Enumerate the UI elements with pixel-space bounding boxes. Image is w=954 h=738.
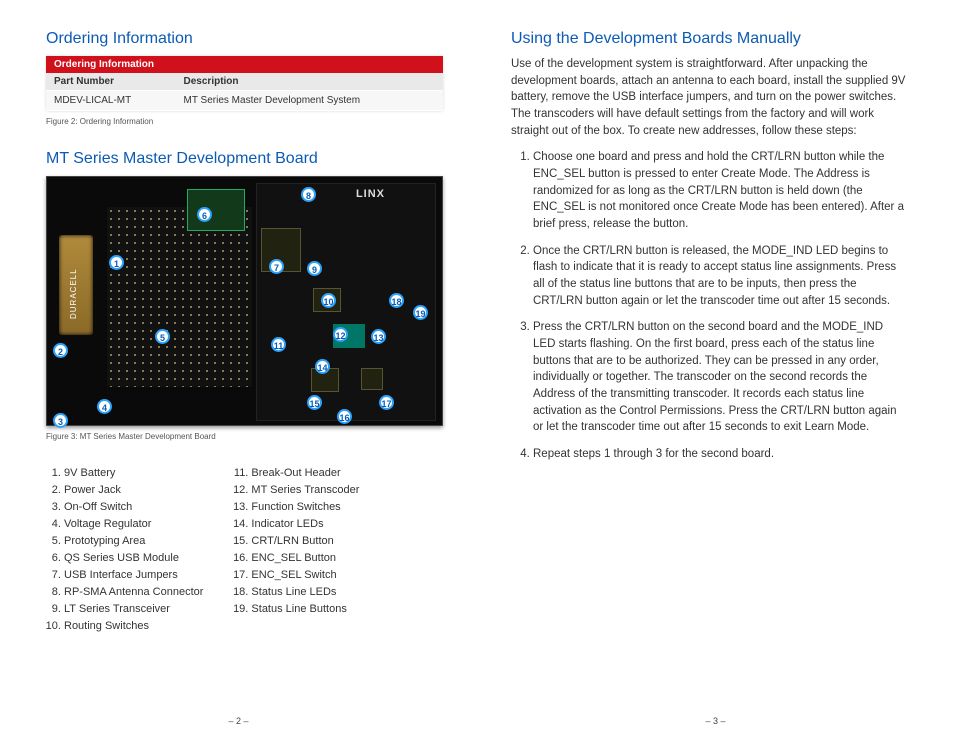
figure2-caption: Figure 2: Ordering Information (46, 117, 443, 126)
col-partnumber: Part Number (46, 73, 176, 91)
callout-2: 2 (53, 343, 68, 358)
legend-item: USB Interface Jumpers (64, 567, 203, 584)
col-description: Description (176, 73, 443, 91)
legend-item: On-Off Switch (64, 499, 203, 516)
heading-ordering: Ordering Information (46, 30, 443, 48)
legend-item: Prototyping Area (64, 533, 203, 550)
callout-10: 10 (321, 293, 336, 308)
legend-item: Break-Out Header (251, 465, 359, 482)
legend-item: LT Series Transceiver (64, 601, 203, 618)
cell-part: MDEV-LICAL-MT (46, 91, 176, 111)
callout-12: 12 (333, 327, 348, 342)
steps-list: Choose one board and press and hold the … (511, 149, 908, 462)
step-item: Choose one board and press and hold the … (533, 149, 908, 232)
callout-8: 8 (301, 187, 316, 202)
legend-item: Voltage Regulator (64, 516, 203, 533)
callout-11: 11 (271, 337, 286, 352)
callout-13: 13 (371, 329, 386, 344)
heading-board: MT Series Master Development Board (46, 150, 443, 168)
legend: 9V BatteryPower JackOn-Off SwitchVoltage… (46, 465, 443, 635)
callout-7: 7 (269, 259, 284, 274)
board-photo: 12345678910111213141516171819 (46, 176, 443, 426)
cell-desc: MT Series Master Development System (176, 91, 443, 111)
battery-graphic (59, 235, 93, 335)
callout-4: 4 (97, 399, 112, 414)
page-left: Ordering Information Ordering Informatio… (0, 0, 477, 738)
legend-item: ENC_SEL Button (251, 550, 359, 567)
table-title: Ordering Information (46, 56, 443, 73)
callout-16: 16 (337, 409, 352, 424)
callout-18: 18 (389, 293, 404, 308)
legend-item: ENC_SEL Switch (251, 567, 359, 584)
callout-15: 15 (307, 395, 322, 410)
usb-module-graphic (187, 189, 245, 231)
legend-item: Status Line Buttons (251, 601, 359, 618)
callout-3: 3 (53, 413, 68, 428)
legend-item: MT Series Transcoder (251, 482, 359, 499)
page-number-left: – 2 – (0, 716, 477, 726)
legend-item: QS Series USB Module (64, 550, 203, 567)
heading-using: Using the Development Boards Manually (511, 30, 908, 48)
proto-area-graphic (107, 207, 252, 387)
chip-graphic (361, 368, 383, 390)
callout-1: 1 (109, 255, 124, 270)
step-item: Repeat steps 1 through 3 for the second … (533, 446, 908, 463)
page-number-right: – 3 – (477, 716, 954, 726)
legend-item: CRT/LRN Button (251, 533, 359, 550)
intro-paragraph: Use of the development system is straigh… (511, 56, 908, 139)
step-item: Once the CRT/LRN button is released, the… (533, 243, 908, 310)
step-item: Press the CRT/LRN button on the second b… (533, 319, 908, 436)
callout-5: 5 (155, 329, 170, 344)
page-right: Using the Development Boards Manually Us… (477, 0, 954, 738)
legend-item: Power Jack (64, 482, 203, 499)
callout-9: 9 (307, 261, 322, 276)
figure3-caption: Figure 3: MT Series Master Development B… (46, 432, 443, 441)
legend-item: RP-SMA Antenna Connector (64, 584, 203, 601)
callout-14: 14 (315, 359, 330, 374)
callout-19: 19 (413, 305, 428, 320)
legend-item: Status Line LEDs (251, 584, 359, 601)
callout-17: 17 (379, 395, 394, 410)
legend-item: Function Switches (251, 499, 359, 516)
legend-item: Routing Switches (64, 618, 203, 635)
callout-6: 6 (197, 207, 212, 222)
legend-item: Indicator LEDs (251, 516, 359, 533)
ordering-table: Ordering Information Part Number Descrip… (46, 56, 443, 111)
rf-section-graphic (256, 183, 436, 421)
legend-item: 9V Battery (64, 465, 203, 482)
